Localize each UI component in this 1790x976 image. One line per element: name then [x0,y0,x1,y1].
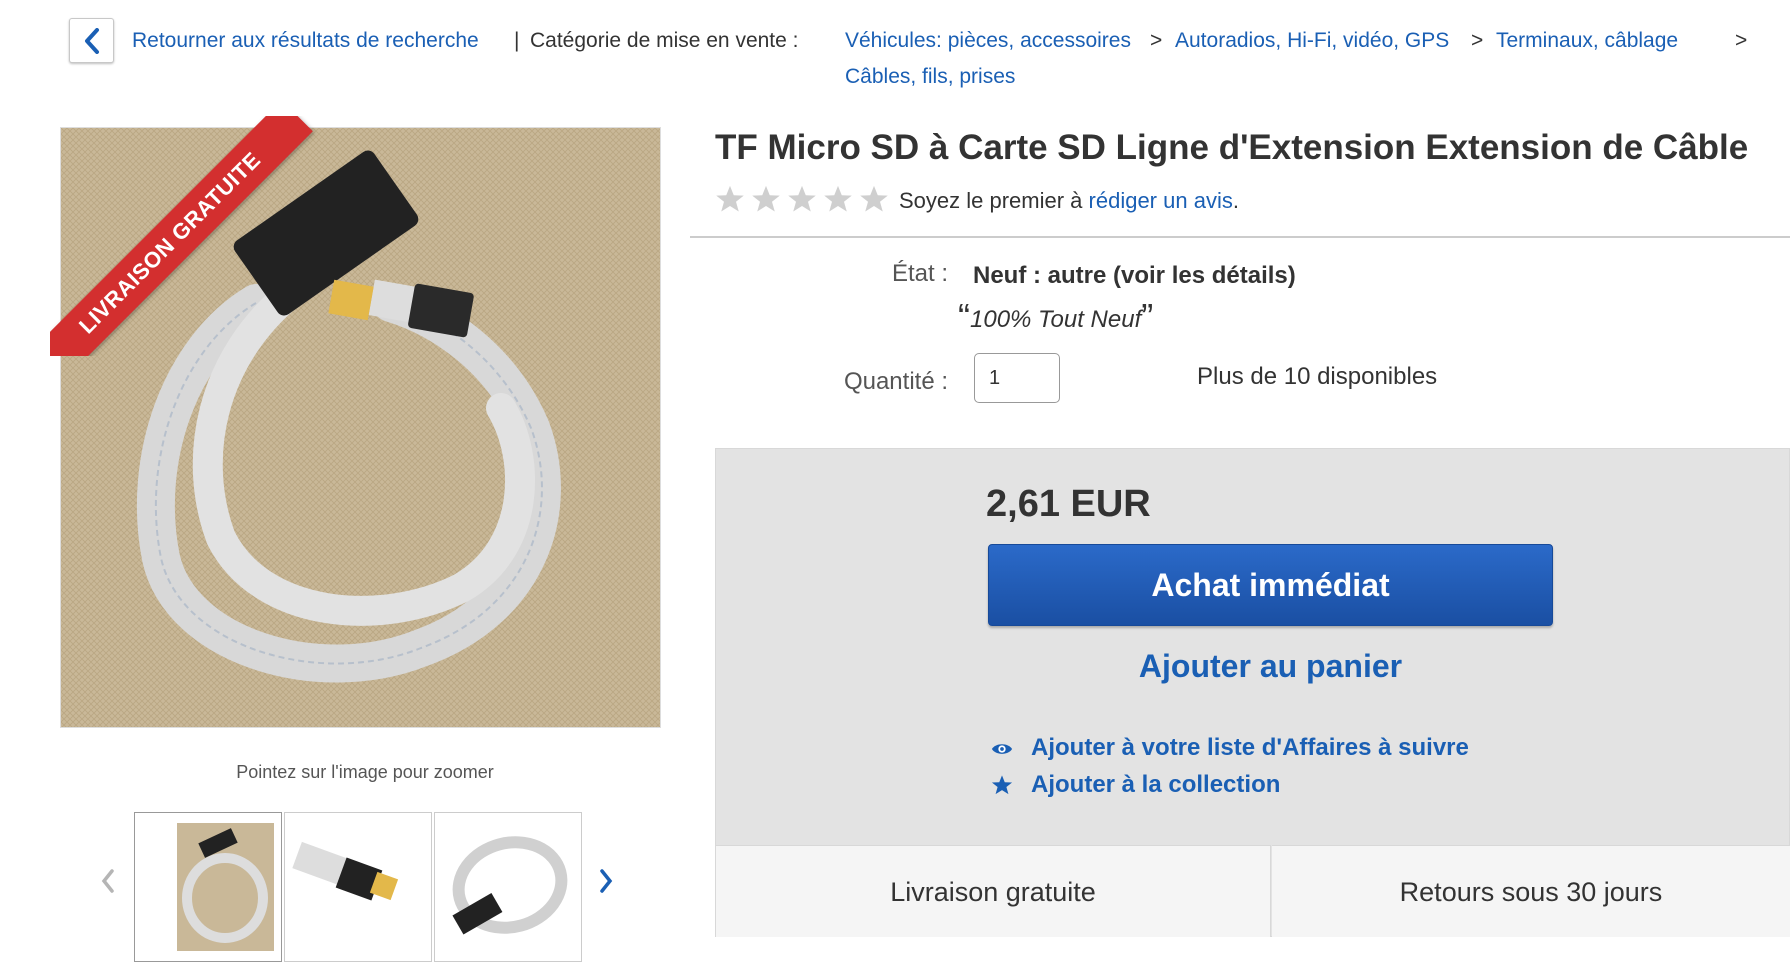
condition-label: État : [891,260,948,287]
zoom-hint: Pointez sur l'image pour zoomer [236,762,494,782]
condition-quote-text: 100% Tout Neuf [970,306,1142,333]
returns-info: Retours sous 30 jours [1272,845,1790,937]
star-icon [788,185,816,212]
chevron-right-icon [600,869,613,893]
review-prompt: Soyez le premier à rédiger un avis. [899,188,1239,214]
thumbnail-3[interactable] [434,812,582,962]
back-button[interactable] [69,18,114,63]
thumbnail-1[interactable] [134,812,282,962]
breadcrumb-separator: > [1735,29,1748,52]
breadcrumb-crumb-2[interactable]: Autoradios, Hi-Fi, vidéo, GPS [1175,29,1449,53]
breadcrumb-separator: > [1150,29,1163,52]
quantity-input[interactable] [974,353,1060,403]
breadcrumb-pipe: | [514,29,520,52]
star-icon [752,185,780,212]
chevron-left-icon [101,869,114,893]
add-to-cart-link[interactable]: Ajouter au panier [988,648,1553,685]
breadcrumb-crumb-1[interactable]: Véhicules: pièces, accessoires [845,29,1131,53]
back-to-results-link[interactable]: Retourner aux résultats de recherche [132,29,479,53]
buy-now-button[interactable]: Achat immédiat [988,544,1553,626]
thumbnail-3-image [435,813,581,961]
star-icon [860,185,888,212]
availability-text: Plus de 10 disponibles [1197,363,1438,390]
add-to-collection-link[interactable]: Ajouter à la collection [1031,771,1280,799]
category-label: Catégorie de mise en vente : [530,29,799,52]
review-suffix: . [1232,188,1239,213]
watch-list-link[interactable]: Ajouter à votre liste d'Affaires à suivr… [1031,734,1469,762]
star-icon [716,185,744,212]
thumbnail-2-image [285,813,431,961]
rating-stars[interactable] [715,184,889,214]
title-divider [690,236,1790,238]
product-title: TF Micro SD à Carte SD Ligne d'Extension… [715,128,1749,167]
free-shipping-info: Livraison gratuite [716,845,1271,937]
star-icon [991,775,1013,795]
free-shipping-ribbon: LIVRAISON GRATUITE [50,116,330,356]
quantity-label: Quantité : [843,368,948,395]
price: 2,61 EUR [986,483,1151,525]
eye-icon [991,744,1013,754]
breadcrumb-separator: > [1471,29,1484,52]
review-prefix: Soyez le premier à [899,188,1089,213]
star-icon [824,185,852,212]
thumbs-prev-arrow[interactable] [100,868,116,902]
breadcrumb-crumb-3[interactable]: Terminaux, câblage [1496,29,1678,53]
thumbnail-1-image [135,813,281,961]
condition-quote: “100% Tout Neuf” [958,296,1154,337]
breadcrumb-crumb-4[interactable]: Câbles, fils, prises [845,65,1015,89]
write-review-link[interactable]: rédiger un avis [1089,188,1233,213]
ribbon-label: LIVRAISON GRATUITE [50,116,313,356]
thumbnail-2[interactable] [284,812,432,962]
condition-value: Neuf : autre (voir les détails) [973,262,1296,289]
thumbs-next-arrow[interactable] [598,868,614,902]
chevron-left-icon [84,27,99,54]
